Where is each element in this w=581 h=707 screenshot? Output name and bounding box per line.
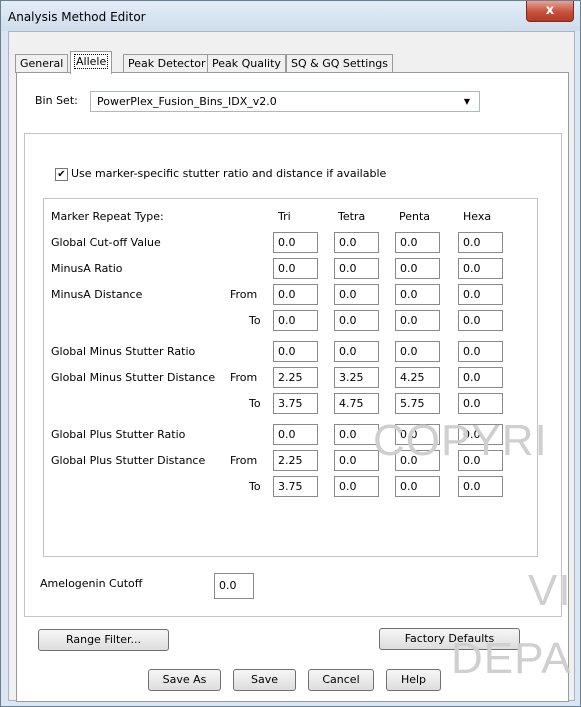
value-input[interactable]: 3.75 [273, 393, 318, 414]
value-input[interactable]: 0.0 [395, 476, 440, 497]
value-input[interactable]: 4.25 [395, 367, 440, 388]
row-label: Global Plus Stutter Ratio [51, 428, 186, 441]
column-header-tetra: Tetra [338, 210, 366, 223]
save-as-button[interactable]: Save As [148, 669, 221, 691]
close-button[interactable]: x [526, 1, 574, 22]
tab-peak-quality[interactable]: Peak Quality [207, 54, 286, 73]
value-input[interactable]: 0.0 [334, 424, 379, 445]
value-input[interactable]: 0.0 [273, 284, 318, 305]
from-label: From [230, 288, 258, 301]
value-input[interactable]: 0.0 [334, 341, 379, 362]
value-input[interactable]: 0.0 [334, 476, 379, 497]
column-header-hexa: Hexa [463, 210, 492, 223]
value-input[interactable]: 0.0 [273, 258, 318, 279]
value-input[interactable]: 4.75 [334, 393, 379, 414]
value-input[interactable]: 0.0 [458, 450, 503, 471]
value-input[interactable]: 0.0 [334, 310, 379, 331]
range-filter-button[interactable]: Range Filter... [38, 629, 169, 651]
to-label: To [249, 397, 261, 410]
value-input[interactable]: 0.0 [458, 341, 503, 362]
amelogenin-cutoff-label: Amelogenin Cutoff [40, 577, 143, 590]
value-input[interactable]: 0.0 [395, 310, 440, 331]
value-input[interactable]: 0.0 [458, 476, 503, 497]
value-input[interactable]: 0.0 [395, 424, 440, 445]
column-header-penta: Penta [399, 210, 431, 223]
save-button[interactable]: Save [233, 669, 296, 691]
value-input[interactable]: 0.0 [334, 450, 379, 471]
column-header-tri: Tri [278, 210, 291, 223]
value-input[interactable]: 0.0 [334, 232, 379, 253]
to-label: To [249, 480, 261, 493]
factory-defaults-button[interactable]: Factory Defaults [379, 628, 520, 650]
value-input[interactable]: 0.0 [273, 310, 318, 331]
chevron-down-icon: ▼ [463, 97, 470, 106]
row-label: Global Minus Stutter Ratio [51, 345, 196, 358]
value-input[interactable]: 0.0 [458, 393, 503, 414]
value-input[interactable]: 0.0 [334, 258, 379, 279]
tab-peak-detector[interactable]: Peak Detector [123, 54, 211, 73]
value-input[interactable]: 0.0 [458, 232, 503, 253]
value-input[interactable]: 0.0 [395, 258, 440, 279]
marker-specific-checkbox-label: Use marker-specific stutter ratio and di… [71, 167, 387, 180]
value-input[interactable]: 0.0 [395, 232, 440, 253]
value-input[interactable]: 0.0 [458, 310, 503, 331]
value-input[interactable]: 0.0 [334, 284, 379, 305]
value-input[interactable]: 0.0 [458, 284, 503, 305]
from-label: From [230, 454, 258, 467]
title-bar: Analysis Method Editor x [1, 1, 580, 31]
window-title: Analysis Method Editor [8, 10, 146, 24]
amelogenin-cutoff-input[interactable]: 0.0 [214, 573, 254, 599]
allele-tab-panel: Bin Set: PowerPlex_Fusion_Bins_IDX_v2.0 … [16, 72, 569, 702]
marker-repeat-grid: Marker Repeat Type: Tri Tetra Penta Hexa… [43, 198, 538, 557]
value-input[interactable]: 0.0 [273, 424, 318, 445]
allele-settings-group: ✔ Use marker-specific stutter ratio and … [24, 133, 562, 617]
to-label: To [249, 314, 261, 327]
marker-repeat-type-label: Marker Repeat Type: [51, 210, 164, 223]
from-label: From [230, 371, 258, 384]
value-input[interactable]: 2.25 [273, 450, 318, 471]
value-input[interactable]: 0.0 [395, 284, 440, 305]
row-label: MinusA Ratio [51, 262, 123, 275]
value-input[interactable]: 0.0 [458, 367, 503, 388]
cancel-button[interactable]: Cancel [308, 669, 374, 691]
row-label: MinusA Distance [51, 288, 143, 301]
bin-set-select[interactable]: PowerPlex_Fusion_Bins_IDX_v2.0 ▼ [90, 91, 480, 112]
value-input[interactable]: 0.0 [273, 232, 318, 253]
tab-sq-gq-settings[interactable]: SQ & GQ Settings [286, 54, 394, 73]
value-input[interactable]: 3.25 [334, 367, 379, 388]
row-label: Global Plus Stutter Distance [51, 454, 206, 467]
tab-general[interactable]: General [15, 54, 69, 73]
value-input[interactable]: 3.75 [273, 476, 318, 497]
marker-specific-checkbox[interactable]: ✔ [55, 168, 68, 181]
bin-set-label: Bin Set: [35, 94, 78, 107]
dialog-window: Analysis Method Editor x General Allele … [0, 0, 581, 707]
bin-set-value: PowerPlex_Fusion_Bins_IDX_v2.0 [97, 95, 277, 108]
dialog-client: General Allele Peak Detector Peak Qualit… [8, 31, 575, 702]
value-input[interactable]: 0.0 [273, 341, 318, 362]
value-input[interactable]: 0.0 [395, 450, 440, 471]
value-input[interactable]: 2.25 [273, 367, 318, 388]
value-input[interactable]: 0.0 [458, 258, 503, 279]
value-input[interactable]: 0.0 [458, 424, 503, 445]
row-label: Global Minus Stutter Distance [51, 371, 216, 384]
value-input[interactable]: 5.75 [395, 393, 440, 414]
help-button[interactable]: Help [386, 669, 441, 691]
tab-allele[interactable]: Allele [70, 51, 113, 74]
value-input[interactable]: 0.0 [395, 341, 440, 362]
row-label: Global Cut-off Value [51, 236, 161, 249]
